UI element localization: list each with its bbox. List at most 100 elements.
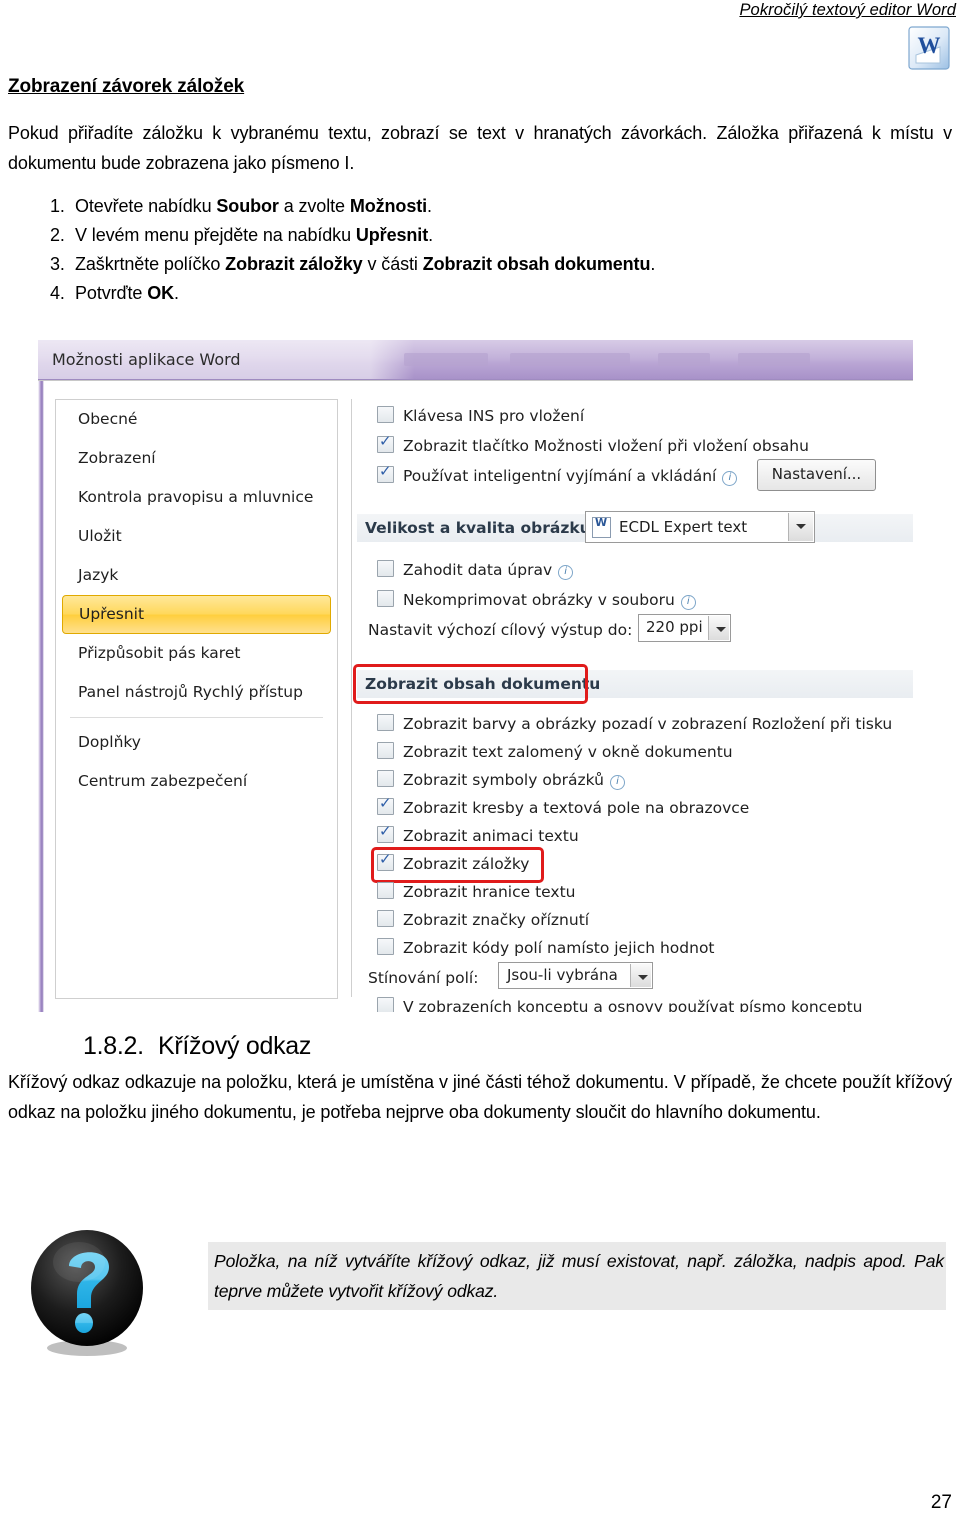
checkbox-label: Zahodit data úprav xyxy=(403,561,553,579)
ppi-value: 220 ppi xyxy=(646,618,703,636)
checkbox-box[interactable] xyxy=(377,822,394,843)
checkbox-show-text-animation[interactable]: Zobrazit animaci textu xyxy=(377,822,579,845)
info-icon[interactable]: i xyxy=(610,775,625,790)
checkbox-label: Zobrazit barvy a obrázky pozadí v zobraz… xyxy=(403,715,893,733)
page-header: Pokročilý textový editor Word W xyxy=(0,0,960,78)
checkbox-show-picture-placeholders[interactable]: Zobrazit symboly obrázků i xyxy=(377,770,625,790)
titlebar-ghost-4 xyxy=(738,353,810,366)
subsection-paragraph: Křížový odkaz odkazuje na položku, která… xyxy=(8,1072,952,1122)
info-icon[interactable]: i xyxy=(722,471,738,486)
nav-item-1[interactable]: Obecné xyxy=(56,400,337,439)
checkbox-box[interactable] xyxy=(377,560,394,577)
settings-button[interactable]: Nastavení... xyxy=(757,459,876,491)
checkbox-box[interactable] xyxy=(377,850,394,871)
checkbox-label: Zobrazit symboly obrázků xyxy=(403,771,604,789)
checkbox-box[interactable] xyxy=(377,910,394,927)
titlebar-ghost-2 xyxy=(510,353,630,366)
checkbox-show-bookmarks[interactable]: Zobrazit záložky xyxy=(377,850,529,873)
group-heading-show-content: Zobrazit obsah dokumentu xyxy=(357,670,913,698)
nav-item-10[interactable]: Centrum zabezpečení xyxy=(56,762,337,801)
svg-text:W: W xyxy=(918,33,941,58)
checkbox-paste-options-button[interactable]: Zobrazit tlačítko Možnosti vložení při v… xyxy=(377,432,809,455)
checkbox-show-text-wrapped[interactable]: Zobrazit text zalomený v okně dokumentu xyxy=(377,742,733,761)
step-number: 4. xyxy=(50,283,65,303)
dialog-nav-pane: Obecné Zobrazení Kontrola pravopisu a mluv… xyxy=(55,399,338,999)
checkbox-box[interactable] xyxy=(377,432,394,453)
word-logo-icon: W xyxy=(908,26,950,70)
checkbox-box[interactable] xyxy=(377,997,394,1012)
nav-item-6[interactable]: Upřesnit xyxy=(62,595,331,634)
checkbox-show-text-boundaries[interactable]: Zobrazit hranice textu xyxy=(377,882,575,901)
nav-item-7[interactable]: Přizpůsobit pás karet xyxy=(56,634,337,673)
info-icon[interactable]: i xyxy=(680,595,696,610)
checkbox-box[interactable] xyxy=(377,406,394,423)
checkbox-box[interactable] xyxy=(377,590,394,607)
titlebar-ghost-3 xyxy=(658,353,710,366)
dialog-body: Obecné Zobrazení Kontrola pravopisu a mluv… xyxy=(38,380,913,1012)
field-shading-combo[interactable]: Jsou-li vybrána xyxy=(498,962,653,989)
checkbox-box[interactable] xyxy=(377,462,394,483)
checkbox-label: Zobrazit hranice textu xyxy=(403,883,576,901)
nav-item-3[interactable]: Kontrola pravopisu a mluvnice xyxy=(56,478,337,517)
nav-item-9[interactable]: Doplňky xyxy=(56,723,337,762)
subsection-title: 1.8.2. Křížový odkaz xyxy=(8,1032,952,1061)
step-text: Otevřete nabídku Soubor a zvolte Možnost… xyxy=(75,196,432,216)
field-shading-value: Jsou-li vybrána xyxy=(507,966,618,984)
nav-separator xyxy=(70,717,323,718)
step-item: 4. Potvrďte OK. xyxy=(8,279,952,308)
checkbox-discard-editing-data[interactable]: Zahodit data úprav i xyxy=(377,560,574,580)
step-text: V levém menu přejděte na nabídku Upřesni… xyxy=(75,225,434,245)
word-document-icon xyxy=(592,516,611,538)
dialog-options-pane: Klávesa INS pro vložení Zobrazit tlačítk… xyxy=(351,381,913,1012)
checkbox-do-not-compress[interactable]: Nekomprimovat obrázky v souboru i xyxy=(377,590,696,610)
checkbox-label: V zobrazeních konceptu a osnovy používat… xyxy=(403,998,863,1012)
checkbox-show-background-colors[interactable]: Zobrazit barvy a obrázky pozadí v zobraz… xyxy=(377,714,892,733)
checkbox-label: Zobrazit značky oříznutí xyxy=(403,911,590,929)
document-selector-value: ECDL Expert text xyxy=(619,518,748,536)
titlebar-ghost-1 xyxy=(404,353,488,366)
nav-item-5[interactable]: Jazyk xyxy=(56,556,337,595)
checkbox-ins-key[interactable]: Klávesa INS pro vložení xyxy=(377,406,584,425)
document-selector-combo[interactable]: ECDL Expert text xyxy=(585,511,815,543)
main-content: Zobrazení závorek záložek Pokud přiřadít… xyxy=(8,76,952,308)
checkbox-show-crop-marks[interactable]: Zobrazit značky oříznutí xyxy=(377,910,589,929)
subsection-number: 1.8.2. xyxy=(83,1032,144,1060)
nav-item-8[interactable]: Panel nástrojů Rychlý přístup xyxy=(56,673,337,712)
checkbox-box[interactable] xyxy=(377,794,394,815)
subsection-block: 1.8.2. Křížový odkaz Křížový odkaz odkazu… xyxy=(8,1032,952,1127)
chevron-down-icon[interactable] xyxy=(630,964,651,987)
checkbox-box[interactable] xyxy=(377,742,394,759)
checkbox-show-field-codes[interactable]: Zobrazit kódy polí namísto jejich hodnot xyxy=(377,938,715,957)
chevron-down-icon[interactable] xyxy=(708,616,729,640)
checkbox-box[interactable] xyxy=(377,714,394,731)
checkbox-label: Zobrazit text zalomený v okně dokumentu xyxy=(403,743,733,761)
dialog-title-bar: Možnosti aplikace Word xyxy=(38,340,913,380)
section-intro-paragraph: Pokud přiřadíte záložku k vybranému text… xyxy=(8,123,952,173)
field-shading-label: Stínování polí: xyxy=(368,969,479,987)
checkbox-label: Zobrazit tlačítko Možnosti vložení při v… xyxy=(403,437,809,455)
question-mark-icon xyxy=(31,1230,143,1356)
checkbox-smart-cut-paste[interactable]: Používat inteligentní vyjímání a vkládán… xyxy=(377,462,738,486)
nav-item-2[interactable]: Zobrazení xyxy=(56,439,337,478)
subsection-title-text: Křížový odkaz xyxy=(158,1032,312,1060)
chevron-down-icon[interactable] xyxy=(788,513,813,541)
checkbox-label: Zobrazit animaci textu xyxy=(403,827,579,845)
page-number: 27 xyxy=(930,1492,952,1513)
checkbox-label: Zobrazit kresby a textová pole na obrazo… xyxy=(403,799,750,817)
note-block: Položka, na níž vytváříte křížový odkaz,… xyxy=(8,1228,952,1358)
step-text: Potvrďte OK. xyxy=(75,283,179,303)
checkbox-label: Nekomprimovat obrázky v souboru xyxy=(403,591,675,609)
checkbox-box[interactable] xyxy=(377,938,394,955)
step-number: 1. xyxy=(50,196,65,216)
checkbox-box[interactable] xyxy=(377,882,394,899)
step-text: Zaškrtněte políčko Zobrazit záložky v čá… xyxy=(75,254,656,274)
checkbox-box[interactable] xyxy=(377,770,394,787)
step-item: 2. V levém menu přejděte na nabídku Upřes… xyxy=(8,221,952,250)
steps-list: 1. Otevřete nabídku Soubor a zvolte Možno… xyxy=(8,192,952,308)
word-options-dialog-screenshot: Možnosti aplikace Word Obecné Zobrazení Ko… xyxy=(38,340,913,1012)
ppi-combo[interactable]: 220 ppi xyxy=(638,614,731,642)
info-icon[interactable]: i xyxy=(558,565,574,580)
nav-item-4[interactable]: Uložit xyxy=(56,517,337,556)
checkbox-show-drawings[interactable]: Zobrazit kresby a textová pole na obrazo… xyxy=(377,794,750,817)
checkbox-use-draft-font[interactable]: V zobrazeních konceptu a osnovy používat… xyxy=(377,997,862,1012)
